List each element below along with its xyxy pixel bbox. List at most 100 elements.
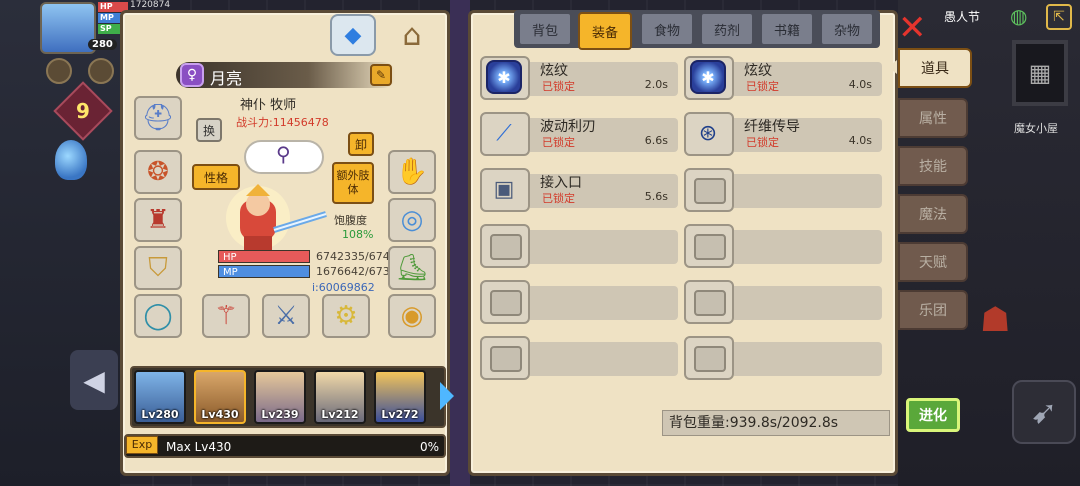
party-member-level: Lv239 [261,408,299,421]
empty-item-slot[interactable] [684,280,882,324]
port-icon: ▣ [493,176,515,202]
party-member-level: Lv212 [321,408,359,421]
exp-percent: 0% [420,440,440,454]
item-cooldown: 6.6s [644,134,668,147]
empty-item-slot[interactable] [480,280,678,324]
hero-sprite [226,184,327,250]
empty-item-slot[interactable] [684,224,882,268]
character-hp-value: 6742335/674 [316,250,390,263]
combat-power: 战斗力:11456478 [236,116,329,129]
party-member[interactable]: Lv430 [194,370,246,424]
tab-misc[interactable]: 杂物 [820,12,874,46]
tab-food[interactable]: 食物 [640,12,694,46]
side-tab-band[interactable]: 乐团 [898,290,968,330]
equip-slot-robe[interactable]: ♜ [134,198,182,242]
gem-icon: ✱ [486,60,522,94]
equip-slot-staff[interactable]: ⚚ [202,294,250,338]
item-name: 炫纹 [744,63,772,79]
gem-icon: ✱ [690,60,726,94]
equip-slot-cloak[interactable]: ⛉ [134,246,182,290]
side-tab-magic[interactable]: 魔法 [898,194,968,234]
equip-slot-axe[interactable]: ⚔ [262,294,310,338]
conduit-icon: ⊛ [698,120,718,146]
side-tab-items[interactable]: 道具 [898,48,972,88]
tab-equipment[interactable]: 装备 [578,12,632,50]
paw-menu-button[interactable] [88,58,114,84]
bow-icon[interactable]: ➹ [1012,380,1076,444]
character-exp-value: i:60069862 [312,281,375,294]
empty-item-slot[interactable] [684,336,882,380]
party-member[interactable]: Lv272 [374,370,426,424]
item-lock-status: 已锁定 [746,80,779,93]
exp-text: Max Lv430 [166,440,232,454]
item-lock-status: 已锁定 [542,80,575,93]
side-tab-skills[interactable]: 技能 [898,146,968,186]
item-slot[interactable]: ▣ 接入口 已锁定 5.6s [480,168,678,212]
exp-tag: Exp [126,436,158,454]
edit-name-button[interactable]: ✎ [370,64,392,86]
item-name: 波动利刃 [540,119,596,135]
pedestal-icon[interactable]: ◆ [330,14,376,56]
hanger-icon[interactable]: ⌂ [384,14,440,56]
thought-item-icon: ⚲ [276,142,291,166]
satiety-label: 饱腹度 [334,214,367,227]
side-tab-talent[interactable]: 天赋 [898,242,968,282]
tab-books[interactable]: 书籍 [760,12,814,46]
mask-icon: ☗ [980,300,1011,340]
equip-slot-amulet[interactable]: ❂ [134,150,182,194]
item-name: 接入口 [540,175,582,191]
player-level-badge: 280 [88,39,117,50]
backpack-weight: 背包重量:939.8s/2092.8s [662,410,890,436]
item-slot[interactable]: ⊛ 纤维传导 已锁定 4.0s [684,112,882,156]
female-icon: ♀ [180,63,204,87]
equip-slot-helmet[interactable]: ⛑ [134,96,182,140]
empty-item-slot[interactable] [480,224,678,268]
item-slot[interactable]: ⟋ 波动利刃 已锁定 6.6s [480,112,678,156]
party-member-level: Lv430 [201,408,239,421]
close-icon[interactable]: ✕ [898,8,927,48]
item-name: 纤维传导 [744,119,800,135]
extra-limb-button[interactable]: 额外肢体 [332,162,374,204]
character-class: 神仆 牧师 [240,98,297,113]
tab-backpack[interactable]: 背包 [518,12,572,46]
item-lock-status: 已锁定 [542,192,575,205]
party-member-level: Lv272 [381,408,419,421]
evolve-button[interactable]: 进化 [906,398,960,432]
unequip-button[interactable]: 卸 [348,132,374,156]
hex-menu-button[interactable] [46,58,72,84]
crystal-ball-icon[interactable] [55,140,87,180]
left-arrow-button[interactable]: ◀ [70,350,118,410]
equip-slot-ring[interactable]: ◯ [134,294,182,338]
item-slot[interactable]: ✱ 炫纹 已锁定 2.0s [480,56,678,100]
equip-slot-boots[interactable]: ⛸ [388,246,436,290]
party-member[interactable]: Lv239 [254,370,306,424]
item-slot[interactable]: ✱ 炫纹 已锁定 4.0s [684,56,882,100]
party-member[interactable]: Lv280 [134,370,186,424]
party-member[interactable]: Lv212 [314,370,366,424]
item-cooldown: 2.0s [644,78,668,91]
house-map-icon[interactable]: ▦ [1012,40,1068,106]
party-member-level: Lv280 [141,408,179,421]
equip-slot-bracelet[interactable]: ◎ [388,198,436,242]
item-cooldown: 4.0s [848,78,872,91]
equip-slot-ring-2[interactable]: ◉ [388,294,436,338]
exit-icon[interactable]: ⇱ [1046,4,1072,30]
blade-icon: ⟋ [496,120,512,146]
item-cooldown: 5.6s [644,190,668,203]
empty-item-slot[interactable] [480,336,678,380]
globe-icon[interactable]: ◍ [1010,4,1027,28]
item-cooldown: 4.0s [848,134,872,147]
character-mp-value: 1676642/673 [316,265,390,278]
side-tab-attributes[interactable]: 属性 [898,98,968,138]
map-location-label: 魔女小屋 [1014,122,1058,135]
party-next-arrow-icon[interactable] [440,382,454,410]
name-bar [176,62,396,88]
equip-slot-gun[interactable]: ⚙ [322,294,370,338]
swap-button[interactable]: 换 [196,118,222,142]
satiety-value: 108% [342,228,374,241]
tab-potion[interactable]: 药剂 [700,12,754,46]
equip-slot-gloves[interactable]: ✋ [388,150,436,194]
side-level-number: 9 [76,99,90,123]
item-lock-status: 已锁定 [746,136,779,149]
empty-item-slot[interactable] [684,168,882,212]
